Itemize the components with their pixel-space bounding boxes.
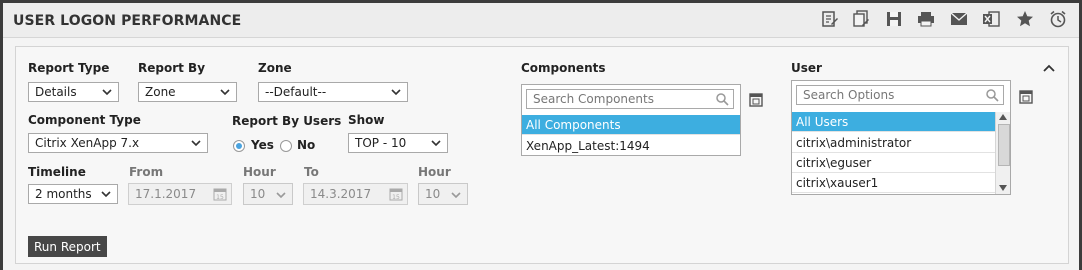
- to-hour-value: 10: [425, 187, 441, 201]
- scroll-up-icon[interactable]: [999, 114, 1007, 120]
- report-type-value: Details: [35, 85, 77, 99]
- user-item-xauser1[interactable]: citrix\xauser1: [792, 173, 995, 193]
- components-search-input[interactable]: Search Components: [526, 89, 734, 109]
- report-by-users-no-radio[interactable]: [280, 140, 292, 152]
- svg-text:15: 15: [392, 194, 400, 201]
- components-list: Search Components All Components XenApp_…: [521, 84, 741, 156]
- report-type-label: Report Type: [28, 61, 110, 75]
- report-filter-panel: Report Type Report By Zone Details Zone …: [15, 46, 1069, 264]
- user-search-input[interactable]: Search Options: [796, 85, 1004, 105]
- user-item-all[interactable]: All Users: [792, 112, 995, 132]
- component-type-label: Component Type: [28, 113, 141, 127]
- from-date-value: 17.1.2017: [135, 187, 197, 201]
- chevron-down-icon: [101, 191, 111, 198]
- scroll-thumb[interactable]: [998, 124, 1010, 166]
- show-select[interactable]: TOP - 10: [348, 133, 448, 153]
- chevron-down-icon: [220, 89, 230, 96]
- report-window: USER LOGON PERFORMANCE Report Type Repor…: [3, 3, 1079, 270]
- show-label: Show: [348, 113, 385, 127]
- user-item-administrator[interactable]: citrix\administrator: [792, 133, 995, 153]
- user-item-eguser[interactable]: citrix\eguser: [792, 153, 995, 173]
- components-search-placeholder: Search Components: [533, 92, 654, 106]
- excel-export-icon[interactable]: [981, 9, 1001, 29]
- report-by-value: Zone: [145, 85, 176, 99]
- page-title: USER LOGON PERFORMANCE: [13, 13, 242, 29]
- show-value: TOP - 10: [355, 136, 407, 150]
- timeline-label: Timeline: [28, 165, 86, 179]
- components-item-all[interactable]: All Components: [522, 115, 740, 135]
- from-hour-select[interactable]: 10: [243, 183, 293, 205]
- search-icon: [716, 93, 729, 106]
- collapse-chevron-up-icon[interactable]: [1043, 64, 1055, 72]
- from-hour-value: 10: [250, 187, 266, 201]
- chevron-down-icon: [276, 192, 286, 199]
- user-list: Search Options All Users citrix\administ…: [791, 80, 1011, 195]
- timeline-select[interactable]: 2 months: [28, 184, 118, 204]
- edit-report-icon[interactable]: [820, 9, 840, 29]
- from-hour-label: Hour: [243, 165, 276, 179]
- zone-value: --Default--: [265, 85, 327, 99]
- mail-icon[interactable]: [949, 9, 969, 29]
- user-list-scrollbar[interactable]: [995, 112, 1010, 194]
- timeline-value: 2 months: [35, 187, 92, 201]
- calendar-icon[interactable]: 15: [213, 187, 227, 201]
- svg-text:15: 15: [216, 194, 224, 201]
- component-type-value: Citrix XenApp 7.x: [35, 136, 140, 150]
- alarm-clock-icon[interactable]: [1048, 9, 1068, 29]
- report-type-select[interactable]: Details: [28, 82, 119, 102]
- select-all-users-icon[interactable]: [1019, 90, 1033, 104]
- save-icon[interactable]: [884, 9, 904, 29]
- zone-select[interactable]: --Default--: [258, 82, 408, 102]
- chevron-down-icon: [451, 192, 461, 199]
- component-type-select[interactable]: Citrix XenApp 7.x: [28, 133, 208, 153]
- run-report-button[interactable]: Run Report: [28, 236, 107, 257]
- report-by-users-no-label: No: [297, 138, 316, 152]
- chevron-down-icon: [431, 140, 441, 147]
- edit-filter-icon[interactable]: [852, 9, 872, 29]
- report-by-users-yes-radio[interactable]: [233, 140, 245, 152]
- components-label: Components: [521, 61, 606, 75]
- to-date-value: 14.3.2017: [310, 187, 372, 201]
- to-hour-select[interactable]: 10: [418, 183, 468, 205]
- calendar-icon[interactable]: 15: [389, 187, 403, 201]
- select-all-components-icon[interactable]: [749, 93, 763, 107]
- chevron-down-icon: [102, 89, 112, 96]
- report-by-users-yes-label: Yes: [251, 138, 274, 152]
- to-label: To: [304, 165, 319, 179]
- from-date-field[interactable]: 17.1.2017 15: [128, 183, 232, 205]
- scroll-down-icon[interactable]: [999, 185, 1007, 191]
- report-by-label: Report By: [138, 61, 206, 75]
- favorite-star-icon[interactable]: [1015, 9, 1035, 29]
- user-search-placeholder: Search Options: [803, 88, 895, 102]
- zone-label: Zone: [258, 61, 292, 75]
- chevron-down-icon: [191, 140, 201, 147]
- to-hour-label: Hour: [418, 165, 451, 179]
- header-bar: USER LOGON PERFORMANCE: [3, 3, 1079, 38]
- print-icon[interactable]: [916, 9, 936, 29]
- user-label: User: [791, 61, 822, 75]
- chevron-down-icon: [391, 89, 401, 96]
- components-item-xenapp[interactable]: XenApp_Latest:1494: [522, 136, 740, 155]
- search-icon: [986, 89, 999, 102]
- to-date-field[interactable]: 14.3.2017 15: [303, 183, 408, 205]
- report-by-select[interactable]: Zone: [138, 82, 237, 102]
- report-by-users-label: Report By Users: [232, 114, 342, 128]
- from-label: From: [129, 165, 164, 179]
